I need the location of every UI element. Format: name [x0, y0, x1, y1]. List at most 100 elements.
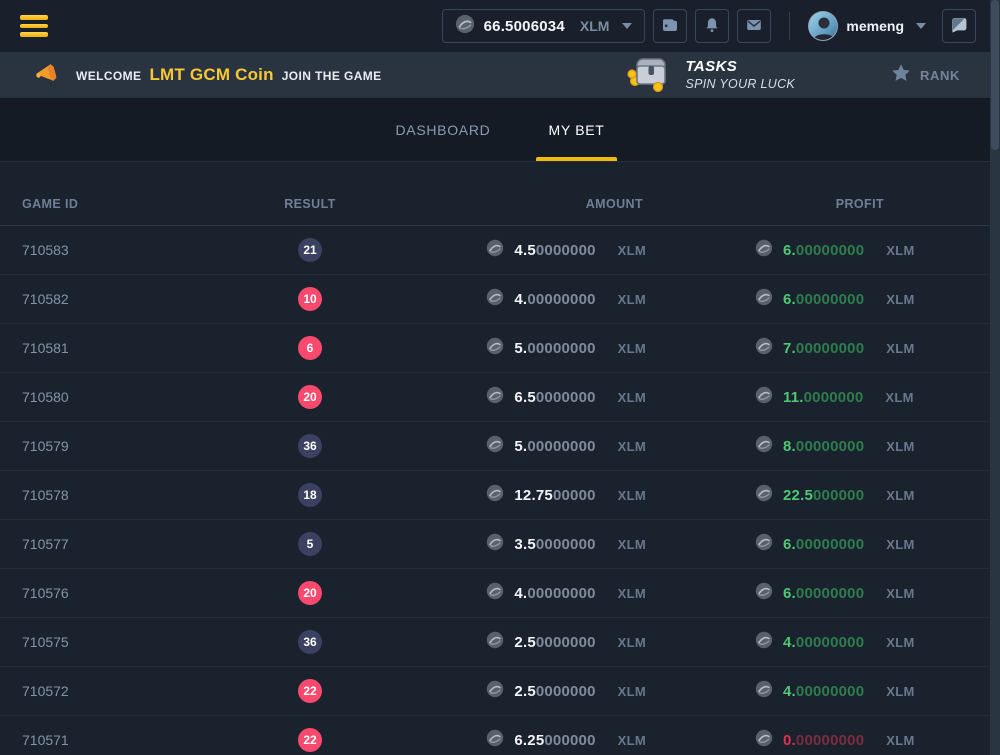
- star-icon: [890, 62, 912, 89]
- profit-zeros: 00000000: [796, 291, 864, 308]
- user-menu[interactable]: memeng: [808, 11, 926, 41]
- balance-selector[interactable]: 66.5006034 XLM: [442, 9, 646, 43]
- amount-currency: XLM: [618, 243, 646, 258]
- game-id: 710571: [0, 732, 250, 748]
- amount-value: 4.00000000: [514, 585, 595, 602]
- table-row[interactable]: 710572 22 2.50000000 XLM: [0, 667, 1000, 716]
- amount-main: 2.5: [514, 683, 535, 700]
- profit-main: 8.: [783, 438, 796, 455]
- chat-toggle-button[interactable]: [942, 9, 976, 43]
- messages-button[interactable]: [737, 9, 771, 43]
- coin-icon: [486, 533, 504, 556]
- coin-icon: [486, 239, 504, 262]
- coin-icon: [755, 288, 773, 311]
- table-row[interactable]: 710581 6 5.00000000 XLM: [0, 324, 1000, 373]
- amount-value: 4.00000000: [514, 291, 595, 308]
- welcome-prefix: WELCOME: [76, 69, 141, 83]
- table-row[interactable]: 710577 5 3.50000000 XLM: [0, 520, 1000, 569]
- table-row[interactable]: 710580 20 6.50000000 XLM: [0, 373, 1000, 422]
- amount-zeros: 0000000: [536, 242, 596, 259]
- tasks-title: TASKS: [685, 58, 795, 77]
- profit-main: 4.: [783, 634, 796, 651]
- tab-my-bet[interactable]: MY BET: [536, 98, 616, 161]
- coin-icon: [486, 288, 504, 311]
- profit-zeros: 00000000: [796, 634, 864, 651]
- profit-value: 11.0000000: [783, 389, 863, 406]
- amount-currency: XLM: [618, 341, 646, 356]
- amount-currency: XLM: [618, 586, 646, 601]
- amount-value: 5.00000000: [514, 438, 595, 455]
- wallet-button[interactable]: [653, 9, 687, 43]
- amount-zeros: 000000: [544, 732, 595, 749]
- profit-currency: XLM: [886, 341, 914, 356]
- profit-main: 22.5: [783, 487, 813, 504]
- coin-icon: [486, 435, 504, 458]
- envelope-icon: [745, 16, 763, 37]
- amount-main: 3.5: [514, 536, 535, 553]
- welcome-message: WELCOME LMT GCM Coin JOIN THE GAME: [34, 59, 382, 92]
- game-id: 710580: [0, 389, 250, 405]
- game-id: 710581: [0, 340, 250, 356]
- rank-link[interactable]: RANK: [890, 62, 960, 89]
- profit-main: 11.: [783, 389, 804, 406]
- wallet-icon: [661, 16, 679, 37]
- table-row[interactable]: 710582 10 4.00000000 XLM: [0, 275, 1000, 324]
- table-header-row: GAME ID RESULT AMOUNT PROFIT: [0, 182, 1000, 226]
- result-badge: 5: [298, 532, 322, 556]
- chat-bubble-icon: [949, 15, 969, 38]
- coin-icon: [755, 533, 773, 556]
- tasks-link[interactable]: TASKS SPIN YOUR LUCK: [627, 54, 795, 97]
- scrollbar-thumb[interactable]: [991, 0, 999, 150]
- avatar: [808, 11, 838, 41]
- table-row[interactable]: 710578 18 12.7500000 XLM: [0, 471, 1000, 520]
- amount-currency: XLM: [618, 537, 646, 552]
- coin-icon: [755, 239, 773, 262]
- bell-icon: [703, 16, 721, 37]
- profit-main: 6.: [783, 536, 796, 553]
- profit-value: 4.00000000: [783, 683, 864, 700]
- coin-icon: [486, 337, 504, 360]
- amount-zeros: 00000000: [527, 438, 595, 455]
- amount-main: 12.75: [514, 487, 553, 504]
- column-header-game-id: GAME ID: [0, 197, 250, 211]
- amount-main: 6.25: [514, 732, 544, 749]
- page-scrollbar[interactable]: [990, 0, 1000, 755]
- amount-main: 6.5: [514, 389, 535, 406]
- amount-main: 5.: [514, 340, 527, 357]
- table-row[interactable]: 710579 36 5.00000000 XLM: [0, 422, 1000, 471]
- banner-right-cluster: TASKS SPIN YOUR LUCK RANK: [627, 54, 960, 97]
- topbar-divider: [789, 12, 790, 40]
- profit-zeros: 000000: [813, 487, 864, 504]
- coin-icon: [486, 680, 504, 703]
- amount-value: 2.50000000: [514, 634, 595, 651]
- notifications-button[interactable]: [695, 9, 729, 43]
- amount-currency: XLM: [618, 390, 646, 405]
- table-row[interactable]: 710576 20 4.00000000 XLM: [0, 569, 1000, 618]
- result-badge: 10: [298, 287, 322, 311]
- tabs-bar: DASHBOARD MY BET: [0, 98, 1000, 162]
- profit-value: 6.00000000: [783, 536, 864, 553]
- amount-value: 6.50000000: [514, 389, 595, 406]
- game-id: 710582: [0, 291, 250, 307]
- profit-value: 6.00000000: [783, 585, 864, 602]
- table-row[interactable]: 710583 21 4.50000000 XLM: [0, 226, 1000, 275]
- coin-icon: [486, 484, 504, 507]
- result-badge: 22: [298, 679, 322, 703]
- table-row[interactable]: 710571 22 6.25000000 XLM: [0, 716, 1000, 755]
- balance-value: 66.5006034: [484, 18, 565, 35]
- amount-zeros: 00000000: [527, 291, 595, 308]
- result-badge: 6: [298, 336, 322, 360]
- profit-main: 6.: [783, 585, 796, 602]
- coin-icon: [486, 386, 504, 409]
- amount-value: 12.7500000: [514, 487, 595, 504]
- tab-dashboard[interactable]: DASHBOARD: [383, 98, 502, 161]
- profit-zeros: 00000000: [796, 683, 864, 700]
- coin-icon: [755, 631, 773, 654]
- amount-value: 5.00000000: [514, 340, 595, 357]
- amount-value: 6.25000000: [514, 732, 595, 749]
- megaphone-icon: [34, 59, 62, 92]
- profit-value: 6.00000000: [783, 291, 864, 308]
- hamburger-menu-icon[interactable]: [20, 15, 48, 37]
- profit-currency: XLM: [886, 684, 914, 699]
- table-row[interactable]: 710575 36 2.50000000 XLM: [0, 618, 1000, 667]
